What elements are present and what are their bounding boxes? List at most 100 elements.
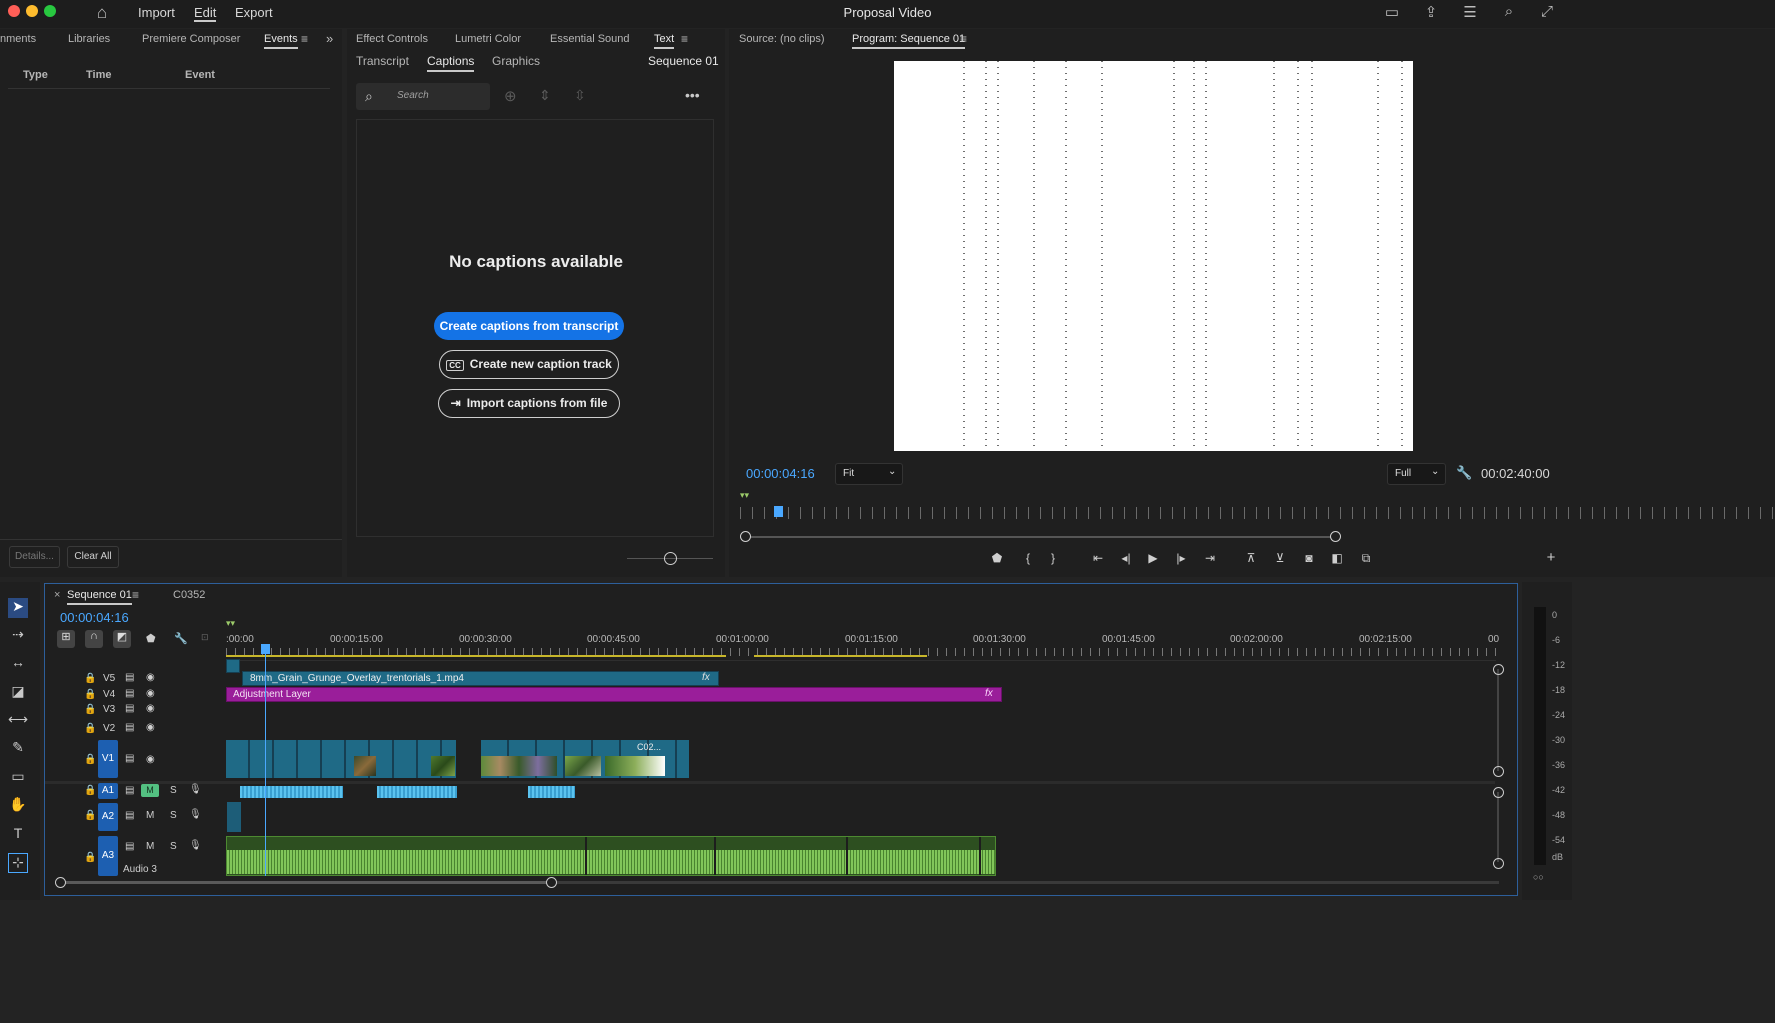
- import-captions-button[interactable]: ⇥ Import captions from file: [438, 389, 620, 418]
- lock-icon[interactable]: 🔒: [84, 689, 96, 700]
- tab-lumetri-color[interactable]: Lumetri Color: [455, 33, 521, 45]
- lift-icon[interactable]: ⊼: [1243, 551, 1259, 565]
- tab-premiere-composer[interactable]: Premiere Composer: [142, 33, 240, 45]
- solo-a3-button[interactable]: S: [170, 841, 177, 852]
- lock-icon[interactable]: 🔒: [84, 785, 96, 796]
- track-v1-target[interactable]: V1: [98, 740, 118, 778]
- play-icon[interactable]: ▶: [1145, 551, 1161, 565]
- type-tool-icon[interactable]: T: [8, 825, 28, 845]
- tab-graphics[interactable]: Graphics: [492, 54, 540, 68]
- nest-toggle-icon[interactable]: ⊞: [57, 630, 75, 648]
- clear-all-button[interactable]: Clear All: [67, 546, 119, 568]
- scroll-handle[interactable]: [1493, 766, 1504, 777]
- timeline-timecode[interactable]: 00:00:04:16: [60, 610, 129, 625]
- microphone-icon[interactable]: 🎙: [189, 840, 202, 851]
- search-icon[interactable]: ⌕: [1499, 3, 1519, 23]
- add-button-icon[interactable]: +: [1543, 549, 1559, 566]
- horizontal-zoom-thumb[interactable]: [59, 881, 553, 884]
- tab-essential-sound[interactable]: Essential Sound: [550, 33, 630, 45]
- tab-comments[interactable]: nments: [0, 33, 36, 45]
- slip-tool-icon[interactable]: ⟷: [8, 711, 28, 731]
- lock-icon[interactable]: 🔒: [84, 754, 96, 765]
- zoom-bar-start-handle[interactable]: [740, 531, 751, 542]
- panel-menu-icon[interactable]: ≡: [132, 588, 139, 602]
- work-area-bar[interactable]: [754, 655, 927, 657]
- pen-tool-icon[interactable]: ✎: [8, 739, 28, 759]
- playhead[interactable]: [774, 506, 783, 517]
- lock-icon[interactable]: 🔒: [84, 673, 96, 684]
- caption-tool-icon[interactable]: ⊹: [8, 853, 28, 873]
- extract-icon[interactable]: ⊻: [1272, 551, 1288, 565]
- selection-tool-icon[interactable]: ➤: [8, 598, 28, 618]
- timeline-playhead-handle[interactable]: [261, 644, 270, 654]
- solo-a1-button[interactable]: S: [170, 785, 177, 796]
- tab-captions[interactable]: Captions: [427, 54, 475, 72]
- wrench-icon[interactable]: 🔧: [174, 632, 188, 645]
- filmstrip-icon[interactable]: ▤: [125, 841, 134, 852]
- mark-out-icon[interactable]: }: [1045, 551, 1061, 565]
- v1-clip-group[interactable]: [226, 740, 456, 778]
- add-caption-icon[interactable]: ⊕: [504, 87, 517, 105]
- eye-icon[interactable]: ◉: [146, 688, 155, 699]
- comparison-view-icon[interactable]: ◧: [1329, 551, 1345, 565]
- audio-clip-a2[interactable]: [227, 802, 241, 832]
- details-button[interactable]: Details...: [9, 546, 60, 568]
- step-back-icon[interactable]: ◂|: [1118, 551, 1134, 565]
- fullscreen-icon[interactable]: ⤢: [1537, 3, 1557, 23]
- rectangle-tool-icon[interactable]: ▭: [8, 768, 28, 788]
- share-icon[interactable]: ⇪: [1421, 3, 1441, 23]
- tab-effect-controls[interactable]: Effect Controls: [356, 33, 428, 45]
- grain-overlay-clip[interactable]: 8mm_Grain_Grunge_Overlay_trentorials_1.m…: [242, 671, 719, 686]
- mute-a3-button[interactable]: M: [146, 841, 154, 852]
- lock-icon[interactable]: 🔒: [84, 852, 96, 863]
- track-a2-target[interactable]: A2: [98, 803, 118, 831]
- scroll-handle[interactable]: [1493, 664, 1504, 675]
- microphone-icon[interactable]: 🎙: [189, 784, 202, 795]
- eye-icon[interactable]: ◉: [146, 672, 155, 683]
- track-a3-target[interactable]: A3: [98, 836, 118, 876]
- filmstrip-icon[interactable]: ▤: [125, 672, 134, 683]
- snap-magnet-icon[interactable]: ∩: [85, 630, 103, 648]
- merge-caption-icon[interactable]: ⇳: [574, 87, 586, 104]
- scroll-handle[interactable]: [1493, 858, 1504, 869]
- mute-a1-button[interactable]: M: [141, 784, 159, 797]
- program-timecode[interactable]: 00:00:04:16: [746, 466, 815, 481]
- create-new-caption-track-button[interactable]: CC Create new caption track: [439, 350, 619, 379]
- eye-icon[interactable]: ◉: [146, 703, 155, 714]
- audio-clip-a3[interactable]: [226, 836, 996, 876]
- zoom-bar[interactable]: [740, 536, 1335, 538]
- zoom-start-handle[interactable]: [55, 877, 66, 888]
- proxy-toggle-icon[interactable]: ⧉: [1358, 551, 1374, 566]
- audio-clip-a1[interactable]: [377, 786, 457, 798]
- lock-icon[interactable]: 🔒: [84, 810, 96, 821]
- go-to-in-icon[interactable]: ⇤: [1090, 551, 1106, 565]
- go-to-out-icon[interactable]: ⇥: [1202, 551, 1218, 565]
- filmstrip-icon[interactable]: ▤: [125, 722, 134, 733]
- tab-transcript[interactable]: Transcript: [356, 54, 409, 68]
- panel-menu-icon[interactable]: ≡: [681, 32, 688, 46]
- program-ruler[interactable]: [740, 507, 1775, 519]
- adjustment-layer-clip[interactable]: Adjustment Layer fx: [226, 687, 1002, 702]
- ripple-edit-tool-icon[interactable]: ↔: [8, 654, 28, 674]
- audio-clip-a1[interactable]: [240, 786, 343, 798]
- eye-icon[interactable]: ◉: [146, 722, 155, 733]
- wrench-icon[interactable]: 🔧: [1456, 465, 1472, 481]
- step-forward-icon[interactable]: |▸: [1173, 551, 1189, 565]
- solo-meter-icon[interactable]: ○○: [1533, 872, 1544, 882]
- mark-in-icon[interactable]: {: [1020, 551, 1036, 565]
- zoom-slider-handle[interactable]: [664, 552, 677, 565]
- mute-a2-button[interactable]: M: [146, 810, 154, 821]
- microphone-icon[interactable]: 🎙: [189, 809, 202, 820]
- work-area-bar[interactable]: [226, 655, 726, 657]
- tab-libraries[interactable]: Libraries: [68, 33, 110, 45]
- tab-events[interactable]: Events: [264, 33, 298, 49]
- tab-text[interactable]: Text: [654, 33, 675, 49]
- captions-toggle-icon[interactable]: ⊡: [201, 632, 209, 643]
- solo-a2-button[interactable]: S: [170, 810, 177, 821]
- video-clip[interactable]: [226, 659, 240, 673]
- filmstrip-icon[interactable]: ▤: [125, 753, 134, 764]
- add-marker-icon[interactable]: ⬟: [146, 632, 156, 645]
- workspaces-icon[interactable]: ☰: [1460, 3, 1480, 23]
- fit-dropdown[interactable]: Fit ⌄: [835, 463, 903, 485]
- lock-icon[interactable]: 🔒: [84, 723, 96, 734]
